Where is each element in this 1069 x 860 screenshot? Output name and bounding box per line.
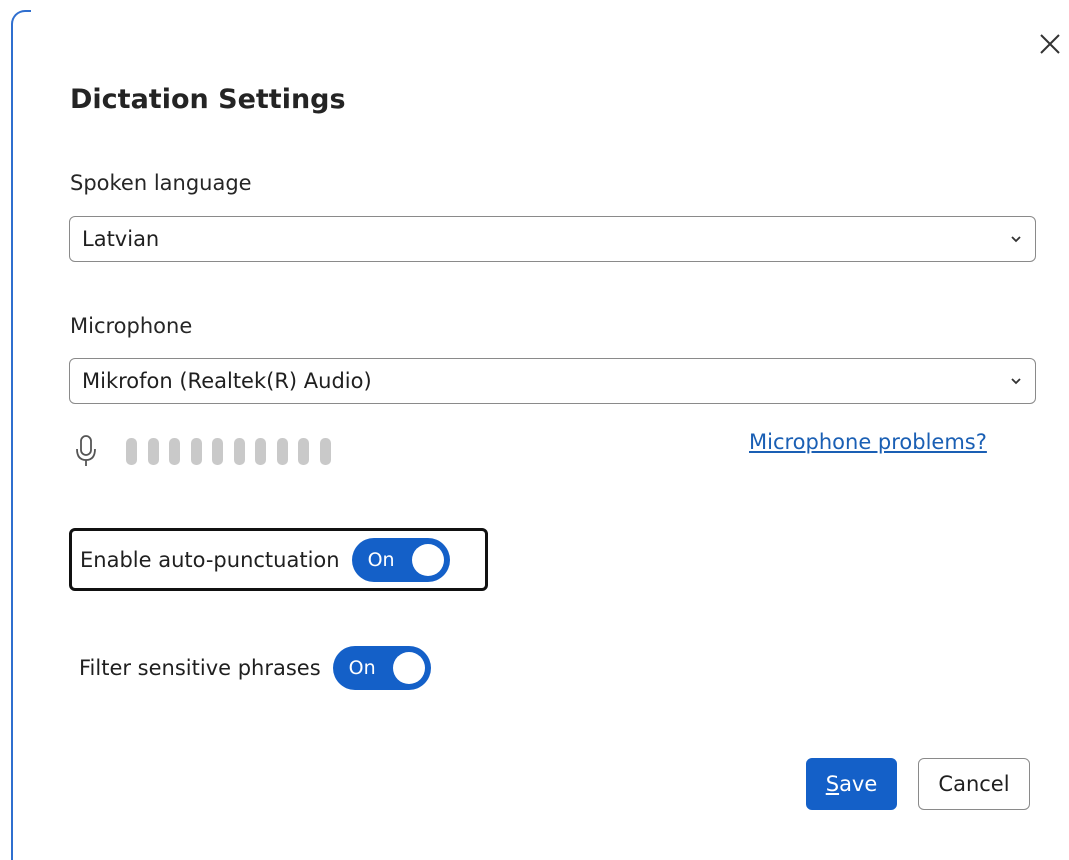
chevron-down-icon — [1011, 378, 1021, 385]
filter-phrases-toggle[interactable]: On — [332, 646, 431, 690]
microphone-select[interactable]: Mikrofon (Realtek(R) Audio) — [69, 358, 1036, 404]
save-label-rest: ave — [839, 772, 878, 796]
level-bar — [126, 438, 137, 465]
level-bar — [169, 438, 180, 465]
close-icon — [1040, 34, 1060, 54]
spoken-language-select[interactable]: Latvian — [69, 216, 1036, 262]
auto-punctuation-row: Enable auto-punctuation On — [69, 528, 488, 591]
toggle-state-label: On — [367, 548, 395, 571]
save-access-key: S — [825, 772, 840, 796]
level-bar — [276, 438, 288, 465]
microphone-icon — [76, 435, 96, 466]
level-bar — [298, 438, 309, 465]
filter-phrases-label: Filter sensitive phrases — [79, 656, 321, 680]
save-button[interactable]: Save — [806, 758, 897, 810]
dialog-title: Dictation Settings — [70, 84, 346, 115]
chevron-down-icon — [1011, 236, 1021, 243]
cancel-button[interactable]: Cancel — [918, 758, 1030, 810]
dictation-settings-dialog: Dictation Settings Spoken language Latvi… — [0, 0, 1069, 860]
level-bar — [319, 438, 331, 465]
level-bar — [190, 438, 202, 465]
auto-punctuation-label: Enable auto-punctuation — [80, 547, 340, 572]
auto-punctuation-toggle[interactable]: On — [351, 537, 450, 582]
spoken-language-label: Spoken language — [70, 171, 252, 195]
microphone-value: Mikrofon (Realtek(R) Audio) — [82, 369, 372, 393]
level-bar — [212, 438, 223, 465]
dialog-border — [11, 10, 31, 860]
level-bar — [255, 438, 266, 465]
level-bars — [126, 438, 341, 466]
level-bar — [147, 438, 159, 465]
close-button[interactable] — [1036, 30, 1064, 58]
microphone-problems-link[interactable]: Microphone problems? — [749, 430, 987, 454]
filter-phrases-row: Filter sensitive phrases On — [79, 646, 431, 690]
toggle-knob — [392, 652, 425, 684]
toggle-state-label: On — [348, 657, 376, 679]
level-bar — [233, 438, 245, 465]
toggle-knob — [411, 543, 444, 576]
microphone-label: Microphone — [70, 314, 193, 338]
spoken-language-value: Latvian — [82, 227, 160, 251]
microphone-level-meter — [74, 432, 374, 468]
